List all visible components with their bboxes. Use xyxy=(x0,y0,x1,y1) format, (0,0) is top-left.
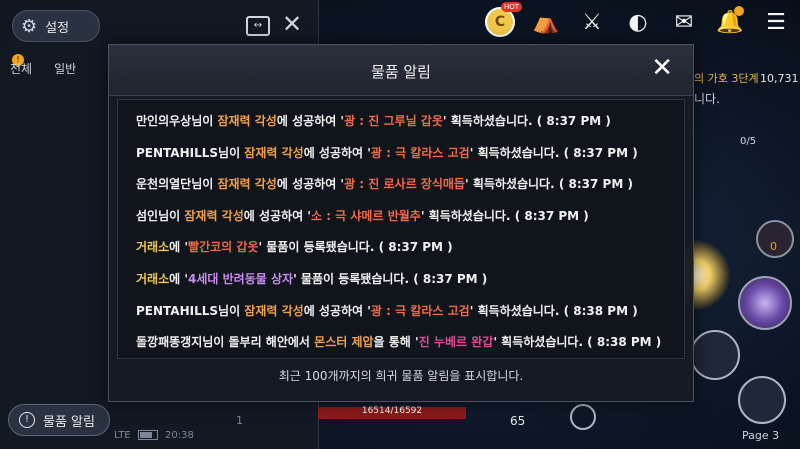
crossed-swords-icon[interactable]: ⚔ xyxy=(576,6,608,38)
skill-name: 잠재력 각성 xyxy=(184,208,244,223)
coin-shop-button[interactable]: C HOT xyxy=(484,2,522,38)
item-alert-button[interactable]: ! 물품 알림 xyxy=(8,404,110,436)
chat-tabs: 전체 일반 xyxy=(10,60,76,77)
skill-name: 잠재력 각성 xyxy=(217,177,277,192)
player-name: 거래소 xyxy=(136,271,170,286)
message-row: PENTAHILLS님이 잠재력 각성에 성공하여 '광 : 극 칼라스 고검'… xyxy=(136,296,684,328)
player-name: 운천의열단 xyxy=(136,177,192,192)
message-text: ' 물품이 등록됐습니다. ( 8:37 PM ) xyxy=(293,271,488,286)
message-text: ' 획득하셨습니다. ( 8:37 PM ) xyxy=(442,114,611,128)
message-row: 섬인님이 잠재력 각성에 성공하여 '소 : 극 샤메르 반월추' 획득하셨습니… xyxy=(136,201,684,233)
top-menu-bar: C HOT ⛺ ⚔ ◐ ✉ 🔔 ☰ xyxy=(484,2,792,38)
player-name: 거래소 xyxy=(136,240,170,255)
dialog-header: 물품 알림 ✕ xyxy=(109,45,693,96)
tab-all[interactable]: 전체 xyxy=(10,60,32,77)
item-name: 소 : 극 샤메르 반월추 xyxy=(310,208,421,223)
buff-label: 의 가호 3단계 xyxy=(694,72,759,85)
item-name: 진 누베르 완갑 xyxy=(418,335,494,350)
quest-text: 니다. xyxy=(694,92,720,106)
gear-icon: ⚙ xyxy=(21,15,38,37)
potion-count: 0 xyxy=(770,240,777,253)
status-bar: LTE 20:38 xyxy=(114,430,194,441)
currency-icon[interactable]: ◐ xyxy=(622,6,654,38)
message-text: ' 물품이 등록됐습니다. ( 8:37 PM ) xyxy=(258,240,453,255)
message-row: 거래소에 '4세대 반려동물 상자' 물품이 등록됐습니다. ( 8:37 PM… xyxy=(136,264,684,296)
dialog-footer: 최근 100개까지의 희귀 물품 알림을 표시합니다. xyxy=(278,369,524,383)
level-value: 65 xyxy=(510,414,526,428)
message-text: 님이 xyxy=(218,303,245,318)
close-icon[interactable]: ✕ xyxy=(651,55,673,81)
message-text: 에 성공하여 ' xyxy=(276,114,345,128)
item-alert-dialog: 물품 알림 ✕ 만인의우상님이 잠재력 각성에 성공하여 '광 : 진 그루닐 … xyxy=(108,44,694,402)
settings-label: 설정 xyxy=(45,20,70,36)
clock-label: 20:38 xyxy=(165,430,194,441)
item-name: 광 : 극 칼라스 고검 xyxy=(370,145,470,160)
player-name: 만인의우상 xyxy=(136,114,192,128)
message-text: 님이 xyxy=(218,145,245,160)
quest-count: 0/5 xyxy=(740,136,757,147)
message-row: 거래소에 '빨간코의 갑옷' 물품이 등록됐습니다. ( 8:37 PM ) xyxy=(136,232,684,264)
message-text: 님이 xyxy=(158,208,185,223)
message-text: 에 성공하여 ' xyxy=(243,208,311,223)
message-text: 에 성공하여 ' xyxy=(303,303,371,318)
skill-button-2[interactable] xyxy=(738,276,792,330)
message-text: ' 획득하셨습니다. ( 8:37 PM ) xyxy=(469,145,638,160)
item-name: 4세대 반려동물 상자 xyxy=(188,271,294,286)
network-label: LTE xyxy=(114,430,131,441)
player-name: PENTAHILLS xyxy=(136,303,219,318)
count-value: 1 xyxy=(236,414,243,427)
message-text: 에 성공하여 ' xyxy=(303,145,371,160)
bell-icon[interactable]: 🔔 xyxy=(714,6,746,38)
settings-button[interactable]: ⚙ 설정 xyxy=(12,10,100,42)
item-name: 광 : 진 그루닐 갑옷 xyxy=(344,114,443,128)
menu-icon[interactable]: ☰ xyxy=(760,6,792,38)
message-list: 만인의우상님이 잠재력 각성에 성공하여 '광 : 진 그루닐 갑옷' 획득하셨… xyxy=(117,99,685,359)
page-label[interactable]: Page 3 xyxy=(742,429,779,442)
message-text: ' 획득하셨습니다. ( 8:37 PM ) xyxy=(420,208,589,223)
attack-button[interactable] xyxy=(690,330,740,380)
skill-name: 잠재력 각성 xyxy=(244,145,304,160)
message-text: 에 ' xyxy=(169,240,189,255)
panel-close-icon[interactable]: ✕ xyxy=(282,10,302,38)
auto-button[interactable] xyxy=(570,404,596,430)
dialog-title: 물품 알림 xyxy=(371,63,431,81)
info-icon: ! xyxy=(19,412,35,428)
camp-icon[interactable]: ⛺ xyxy=(530,6,562,38)
message-text: ' 획득하셨습니다. ( 8:38 PM ) xyxy=(469,303,638,318)
message-row: PENTAHILLS님이 잠재력 각성에 성공하여 '광 : 극 칼라스 고검'… xyxy=(136,138,684,170)
power-value: 10,731 xyxy=(760,72,799,85)
message-row: 운천의열단님이 잠재력 각성에 성공하여 '광 : 진 로사르 장식매듭' 획득… xyxy=(136,169,684,201)
item-alert-label: 물품 알림 xyxy=(43,414,95,430)
resize-icon[interactable]: ↔ xyxy=(246,16,270,36)
tab-general[interactable]: 일반 xyxy=(54,60,76,77)
message-text: 님이 xyxy=(191,177,218,192)
player-name: 돌깡패똥갱지 xyxy=(136,335,203,350)
mailbox-icon[interactable]: ✉ xyxy=(668,6,700,38)
dodge-button[interactable] xyxy=(738,376,786,424)
message-row: 돌깡패똥갱지님이 돌부리 해안에서 몬스터 제압을 통해 '진 누베르 완갑' … xyxy=(136,327,684,359)
player-name: PENTAHILLS xyxy=(136,145,219,160)
player-name: 섬인 xyxy=(136,208,159,223)
message-text: 님이 돌부리 해안에서 xyxy=(202,335,315,350)
hot-badge: HOT xyxy=(500,2,522,12)
skill-name: 잠재력 각성 xyxy=(217,114,277,128)
item-name: 빨간코의 갑옷 xyxy=(188,240,259,255)
item-name: 광 : 진 로사르 장식매듭 xyxy=(344,177,465,192)
skill-name: 몬스터 제압 xyxy=(314,335,374,350)
message-row: 만인의우상님이 잠재력 각성에 성공하여 '광 : 진 그루닐 갑옷' 획득하셨… xyxy=(136,106,684,138)
hp-text: 16514/16592 xyxy=(361,406,423,416)
message-text: 에 ' xyxy=(169,271,189,286)
message-text: ' 획득하셨습니다. ( 8:38 PM ) xyxy=(493,335,662,350)
message-text: 님이 xyxy=(191,114,218,128)
item-name: 광 : 극 칼라스 고검 xyxy=(370,303,470,318)
message-text: 을 통해 ' xyxy=(373,335,419,350)
skill-name: 잠재력 각성 xyxy=(244,303,304,318)
message-text: 에 성공하여 ' xyxy=(276,177,345,192)
message-text: ' 획득하셨습니다. ( 8:37 PM ) xyxy=(464,177,633,192)
battery-icon xyxy=(137,430,158,440)
